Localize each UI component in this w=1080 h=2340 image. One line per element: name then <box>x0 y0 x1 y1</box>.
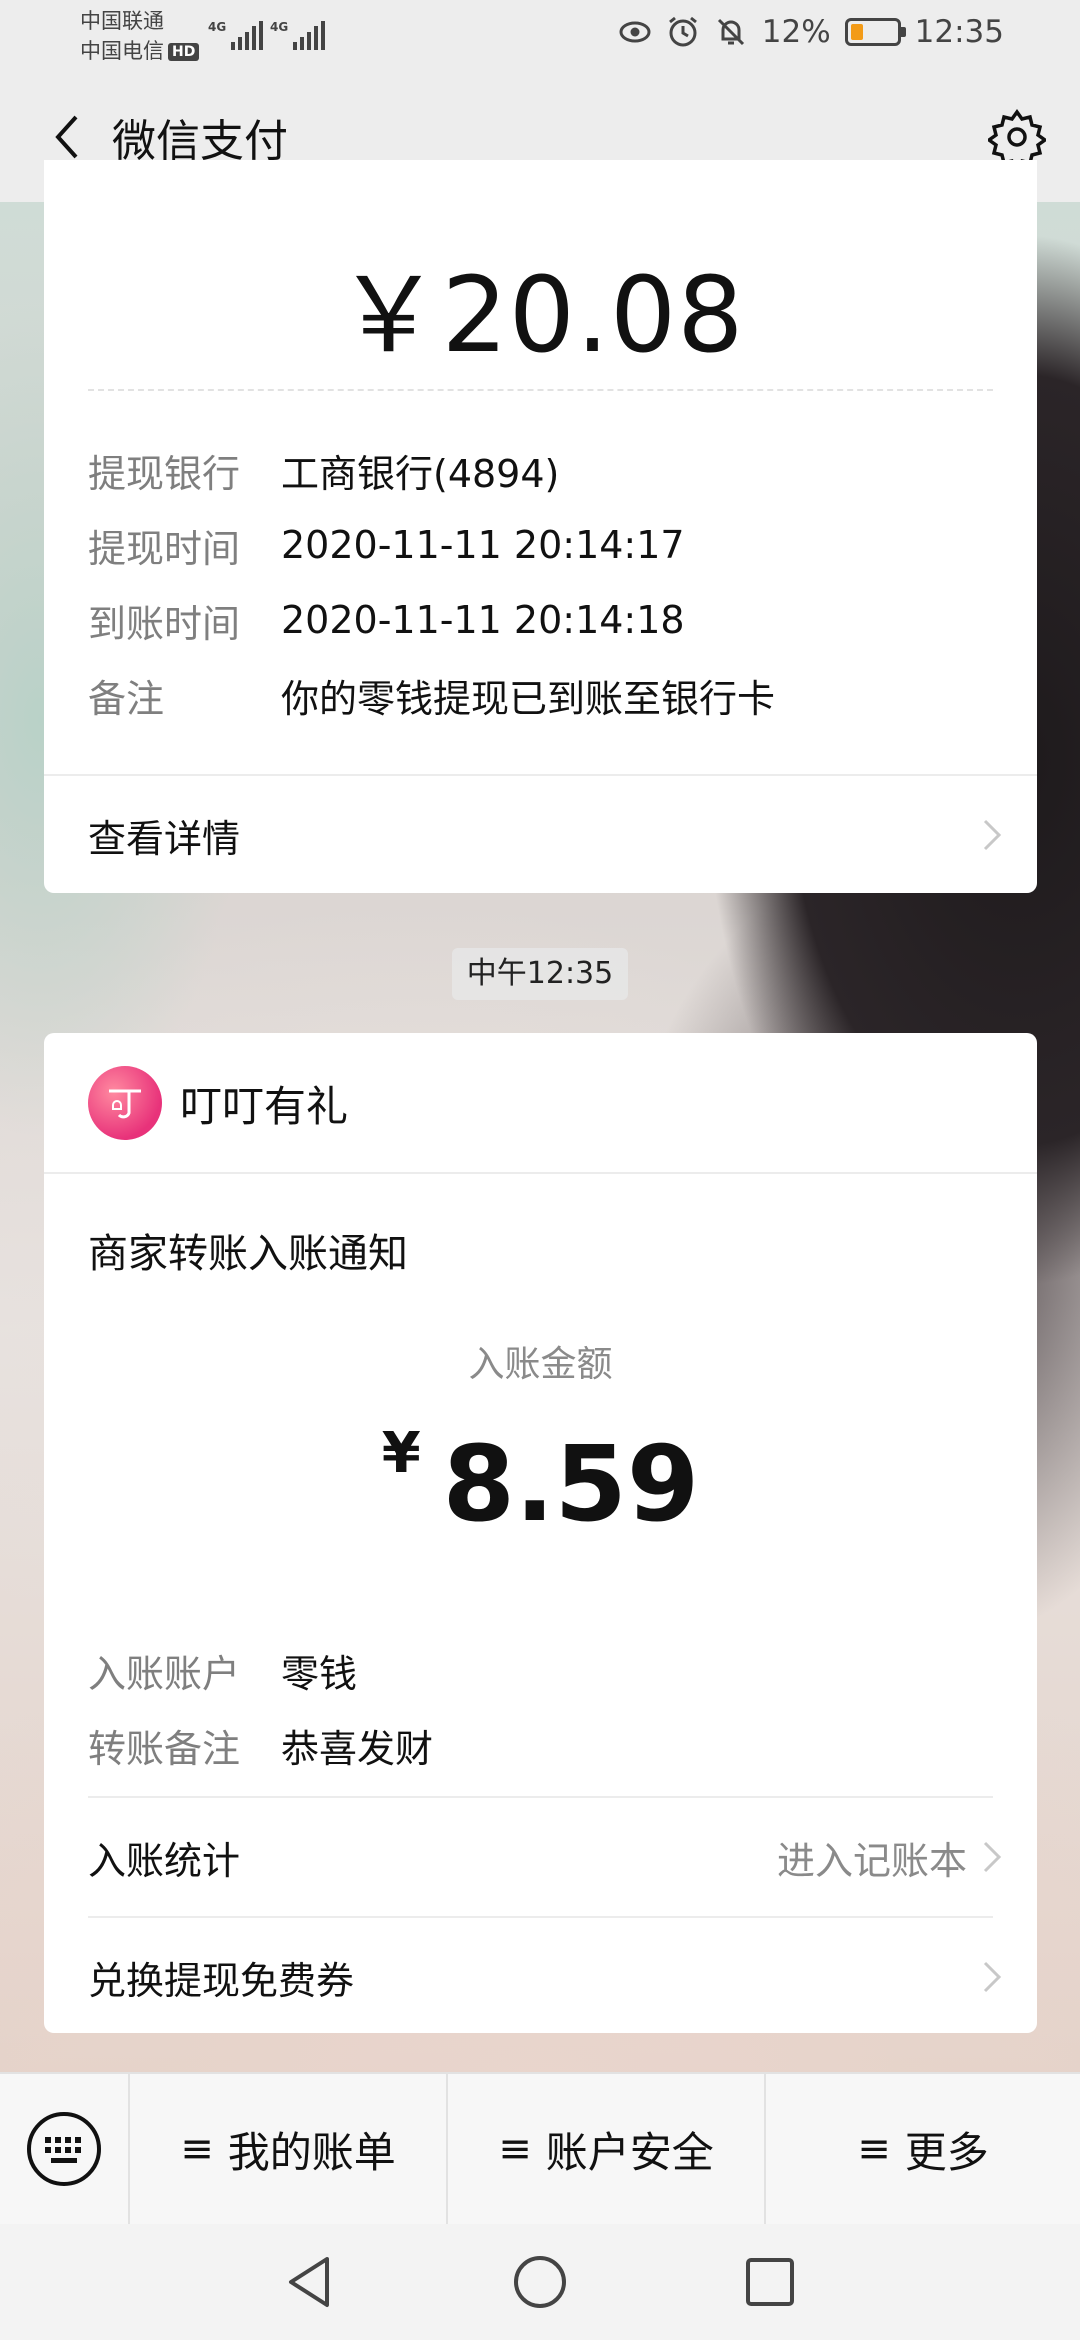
triangle-back-icon <box>289 2257 329 2307</box>
hd-badge: HD <box>168 43 200 61</box>
info-key: 备注 <box>88 676 165 721</box>
amount-value: 8.59 <box>442 1423 700 1545</box>
info-value: 零钱 <box>281 1651 358 1696</box>
notice-title: 商家转账入账通知 <box>88 1231 408 1277</box>
info-value: 恭喜发财 <box>281 1726 434 1771</box>
carrier-2-line: 中国电信 HD <box>80 36 200 66</box>
withdraw-card: ￥20.08 提现银行 工商银行(4894) 提现时间 2020-11-11 2… <box>44 160 1037 893</box>
carrier-info: 中国联通 中国电信 HD <box>80 6 200 66</box>
info-row-account: 入账账户 零钱 <box>88 1640 993 1700</box>
info-row-bank: 提现银行 工商银行(4894) <box>88 440 993 500</box>
bell-t-icon <box>109 1089 141 1119</box>
carrier-2: 中国电信 <box>80 39 164 63</box>
info-value: 2020-11-11 20:14:17 <box>281 523 685 567</box>
system-nav-bar <box>0 2224 1080 2340</box>
info-row-arrival-time: 到账时间 2020-11-11 20:14:18 <box>88 590 993 650</box>
chevron-right-icon <box>983 1841 1002 1873</box>
transfer-amount: ¥8.59 <box>44 1421 1037 1545</box>
network-type-1: 4G <box>208 20 227 34</box>
stats-label: 入账统计 <box>88 1838 241 1883</box>
chevron-right-icon <box>983 1961 1002 1993</box>
menu-icon: ≡ <box>498 2126 532 2172</box>
info-row-withdraw-time: 提现时间 2020-11-11 20:14:17 <box>88 515 993 575</box>
alarm-icon <box>668 16 697 47</box>
amount-label: 入账金额 <box>468 1344 613 1385</box>
wechat-pay-page: 中国联通 中国电信 HD 4G 4G 12% 12:35 微信支付 ￥20.08… <box>0 0 1080 2340</box>
view-details-label: 查看详情 <box>88 816 241 861</box>
signal-2-icon: 4G <box>270 20 326 50</box>
info-key: 提现时间 <box>88 526 241 571</box>
status-time: 12:35 <box>914 14 1004 50</box>
menu-icon: ≡ <box>857 2126 891 2172</box>
info-key: 到账时间 <box>88 601 241 646</box>
menu-icon: ≡ <box>180 2126 214 2172</box>
info-row-transfer-remark: 转账备注 恭喜发财 <box>88 1715 993 1775</box>
brand-name: 叮叮有礼 <box>180 1081 349 1131</box>
menu-account-security[interactable]: ≡ 账户安全 <box>448 2073 766 2225</box>
dashed-divider <box>88 389 993 391</box>
info-value: 你的零钱提现已到账至银行卡 <box>281 676 776 721</box>
menu-more[interactable]: ≡ 更多 <box>766 2073 1080 2225</box>
info-key: 入账账户 <box>88 1651 241 1696</box>
gear-icon <box>988 108 1046 166</box>
stats-link[interactable]: 入账统计 进入记账本 <box>88 1798 1007 1916</box>
status-icons: 12% 12:35 <box>618 14 1004 50</box>
nav-recents-button[interactable] <box>735 2247 805 2317</box>
chevron-right-icon <box>983 819 1002 851</box>
coupon-label: 兑换提现免费券 <box>88 1958 355 2003</box>
info-value: 2020-11-11 20:14:18 <box>281 598 685 642</box>
brand-logo <box>88 1066 162 1140</box>
brand-header[interactable]: 叮叮有礼 <box>88 1066 348 1140</box>
menu-label: 账户安全 <box>545 2127 714 2177</box>
stats-hint: 进入记账本 <box>776 1838 967 1883</box>
menu-label: 我的账单 <box>227 2127 396 2177</box>
battery-fill <box>850 24 863 40</box>
keyboard-icon <box>27 2112 101 2186</box>
nav-home-button[interactable] <box>505 2247 575 2317</box>
card-divider <box>44 1172 1037 1174</box>
menu-label: 更多 <box>904 2127 989 2177</box>
info-row-remark: 备注 你的零钱提现已到账至银行卡 <box>88 665 993 725</box>
chevron-left-icon <box>55 115 78 159</box>
mute-icon <box>717 18 744 46</box>
network-type-2: 4G <box>270 20 289 34</box>
message-timestamp: 中午12:35 <box>452 948 628 1000</box>
currency-symbol: ¥ <box>381 1421 421 1486</box>
signal-1-icon: 4G <box>208 20 264 50</box>
view-details-link[interactable]: 查看详情 <box>88 776 1007 893</box>
square-recents-icon <box>746 2258 794 2306</box>
bottom-menu: ≡ 我的账单 ≡ 账户安全 ≡ 更多 <box>0 2072 1080 2225</box>
battery-icon <box>844 18 906 46</box>
info-key: 提现银行 <box>88 451 241 496</box>
menu-my-bills[interactable]: ≡ 我的账单 <box>130 2073 448 2225</box>
withdraw-amount: ￥20.08 <box>336 254 745 376</box>
eye-icon <box>619 21 651 43</box>
nav-back-button[interactable] <box>275 2247 345 2317</box>
transfer-notice-card: 叮叮有礼 商家转账入账通知 入账金额 ¥8.59 入账账户 零钱 转账备注 恭喜… <box>44 1033 1037 2033</box>
info-value: 工商银行(4894) <box>281 451 560 496</box>
info-key: 转账备注 <box>88 1726 241 1771</box>
battery-percent: 12% <box>761 14 831 50</box>
circle-home-icon <box>514 2256 566 2308</box>
coupon-link[interactable]: 兑换提现免费券 <box>88 1918 1007 2033</box>
keyboard-toggle-button[interactable] <box>0 2073 130 2225</box>
carrier-1: 中国联通 <box>80 9 164 33</box>
status-bar: 中国联通 中国电信 HD 4G 4G 12% 12:35 <box>0 0 1080 72</box>
